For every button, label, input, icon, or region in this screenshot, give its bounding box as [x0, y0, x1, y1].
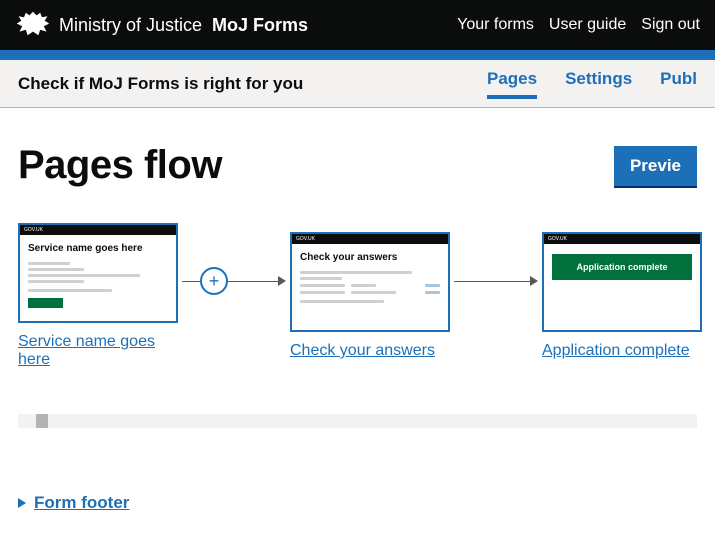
sub-header: Check if MoJ Forms is right for you Page… [0, 60, 715, 108]
scrollbar-thumb[interactable] [36, 414, 48, 428]
flow-link-check[interactable]: Check your answers [290, 342, 435, 360]
start-button-icon [28, 298, 63, 308]
global-header: Ministry of Justice MoJ Forms Your forms… [0, 0, 715, 50]
preview-button[interactable]: Previe [614, 146, 697, 186]
flow-link-complete[interactable]: Application complete [542, 342, 690, 360]
form-footer-link[interactable]: Form footer [34, 493, 129, 513]
horizontal-scrollbar[interactable] [18, 414, 697, 428]
nav-your-forms[interactable]: Your forms [457, 16, 534, 34]
page-title: Pages flow [18, 143, 614, 188]
govuk-label: GOV.UK [24, 227, 43, 233]
thumb-heading: Service name goes here [28, 243, 168, 254]
app-name: MoJ Forms [212, 15, 308, 36]
flow-item-complete[interactable]: GOV.UK Application complete Application … [542, 232, 702, 360]
govuk-label: GOV.UK [548, 236, 567, 242]
flow-row: GOV.UK Service name goes here Service na… [18, 223, 697, 369]
ministry-name: Ministry of Justice [59, 15, 202, 36]
connector [450, 276, 542, 286]
crest-icon [15, 10, 51, 40]
tab-settings[interactable]: Settings [565, 69, 632, 99]
nav-sign-out[interactable]: Sign out [641, 16, 700, 34]
header-nav: Your forms User guide Sign out [457, 16, 700, 34]
thumb-heading: Check your answers [300, 252, 440, 263]
flow-link-start[interactable]: Service name goes here [18, 333, 178, 369]
arrow-icon [530, 276, 538, 286]
flow-item-check[interactable]: GOV.UK Check your answers Check your ans… [290, 232, 450, 360]
form-title: Check if MoJ Forms is right for you [18, 74, 487, 94]
page-thumbnail: GOV.UK Application complete [542, 232, 702, 332]
caret-right-icon [18, 498, 26, 508]
add-page-button[interactable]: + [200, 267, 228, 295]
page-thumbnail: GOV.UK Check your answers [290, 232, 450, 332]
confirmation-banner: Application complete [552, 254, 692, 280]
connector-add: + [178, 267, 290, 295]
flow-item-start[interactable]: GOV.UK Service name goes here Service na… [18, 223, 178, 369]
arrow-icon [278, 276, 286, 286]
govuk-label: GOV.UK [296, 236, 315, 242]
header-blue-bar [0, 50, 715, 60]
nav-user-guide[interactable]: User guide [549, 16, 626, 34]
page-thumbnail: GOV.UK Service name goes here [18, 223, 178, 323]
main-content: Pages flow Previe GOV.UK Service name go… [0, 108, 715, 493]
tab-publish[interactable]: Publ [660, 69, 697, 99]
tab-pages[interactable]: Pages [487, 69, 537, 99]
